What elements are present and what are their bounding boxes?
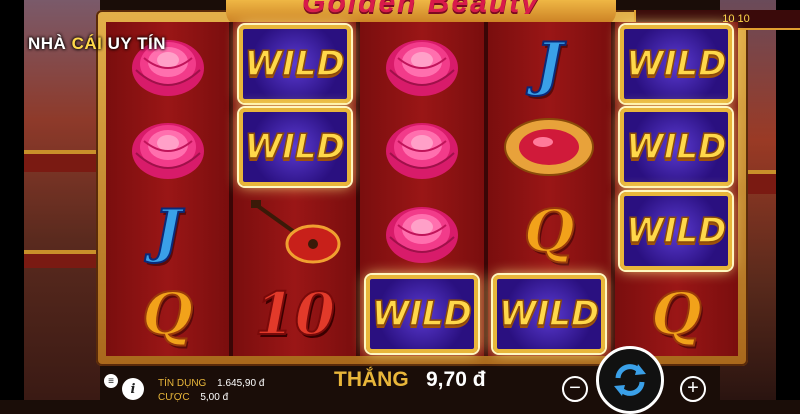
letter-symbol-text: Q — [523, 196, 576, 266]
ruby-gem-icon — [493, 109, 605, 185]
pagoda-roof-left-lower — [24, 250, 96, 268]
letter-symbol-q: Q — [112, 276, 224, 352]
wild-symbol: WILD — [238, 108, 351, 187]
slot-machine: Golden Beauty 10 10 JQWILDWILD 10 WILDJ … — [96, 0, 800, 366]
spin-icon — [614, 364, 646, 396]
wild-symbol: WILD — [620, 108, 733, 187]
letter-symbol-text: Q — [650, 279, 703, 349]
site-watermark-logo: NHÀ CÁI UY TÍN — [28, 34, 166, 54]
letter-symbol-text: J — [153, 196, 182, 266]
letter-symbol-q: Q — [620, 276, 732, 352]
letter-symbol-text: Q — [141, 279, 194, 349]
wild-frame: WILD — [366, 275, 478, 354]
logo-part3: UY TÍN — [107, 34, 167, 53]
logo-part1: NHÀ — [28, 34, 67, 53]
pagoda-roof-left — [24, 150, 96, 172]
wild-symbol: WILD — [493, 275, 606, 354]
spin-button[interactable] — [596, 346, 664, 414]
wild-frame: WILD — [620, 191, 733, 270]
info-icon[interactable]: i — [122, 378, 144, 400]
reel-4: J Q WILD — [487, 22, 611, 356]
letter-symbol-j: J — [493, 26, 605, 102]
wild-symbol: WILD — [238, 24, 351, 103]
wild-label: WILD — [626, 210, 728, 252]
wild-label: WILD — [244, 127, 346, 169]
reels-grid: J Q WILD WILD 10 WILD J Q WILD WILD WILD WILD Q — [106, 22, 739, 356]
wild-label: WILD — [626, 43, 728, 85]
peony-icon — [366, 109, 478, 185]
win-label: THẮNG — [334, 368, 409, 391]
bottom-control-bar: ≡ i TÍN DỤNG 1.645,90 đ CƯỢC 5,00 đ THẮN… — [96, 346, 776, 414]
peony-icon — [366, 193, 478, 269]
wild-symbol: WILD — [620, 191, 733, 270]
menu-icon[interactable]: ≡ — [104, 374, 118, 388]
letterbox-left — [0, 0, 24, 400]
credit-value: 1.645,90 đ — [217, 378, 265, 389]
wild-frame: WILD — [493, 275, 606, 354]
game-title: Golden Beauty — [226, 0, 616, 14]
wild-label: WILD — [626, 127, 728, 169]
letterbox-right — [776, 0, 800, 400]
wild-symbol: WILD — [620, 24, 733, 103]
bet-label: CƯỢC — [158, 392, 190, 403]
letter-symbol-text: 10 — [253, 279, 336, 349]
peony-icon — [112, 109, 224, 185]
wild-frame: WILD — [620, 24, 733, 103]
letter-symbol-q: Q — [493, 193, 605, 269]
wild-frame: WILD — [620, 108, 733, 187]
reel-3: WILD — [360, 22, 484, 356]
bet-value: 5,00 đ — [200, 392, 229, 403]
logo-part2: CÁI — [71, 34, 103, 53]
bet-decrease-button[interactable]: − — [562, 376, 588, 402]
credit-label: TÍN DỤNG — [158, 378, 207, 389]
wild-label: WILD — [244, 43, 346, 85]
letter-symbol-10: 10 — [239, 276, 351, 352]
credit-display: TÍN DỤNG 1.645,90 đ — [158, 378, 264, 389]
letter-symbol-text: J — [534, 29, 563, 99]
reel-1: JQ — [106, 22, 230, 356]
wild-symbol: WILD — [366, 275, 478, 354]
wild-frame: WILD — [238, 24, 351, 103]
bet-increase-button[interactable]: + — [680, 376, 706, 402]
win-amount: 9,70 đ — [426, 368, 486, 391]
peony-icon — [366, 26, 478, 102]
wild-frame: WILD — [238, 108, 351, 187]
reel-2: WILD WILD 10 — [233, 22, 357, 356]
wild-label: WILD — [498, 294, 600, 336]
wild-label: WILD — [371, 294, 473, 336]
reel-5: WILD WILD WILD Q — [614, 22, 739, 356]
letter-symbol-j: J — [112, 193, 224, 269]
bet-display: CƯỢC 5,00 đ — [158, 392, 228, 403]
pipa-lute-icon — [239, 193, 351, 269]
